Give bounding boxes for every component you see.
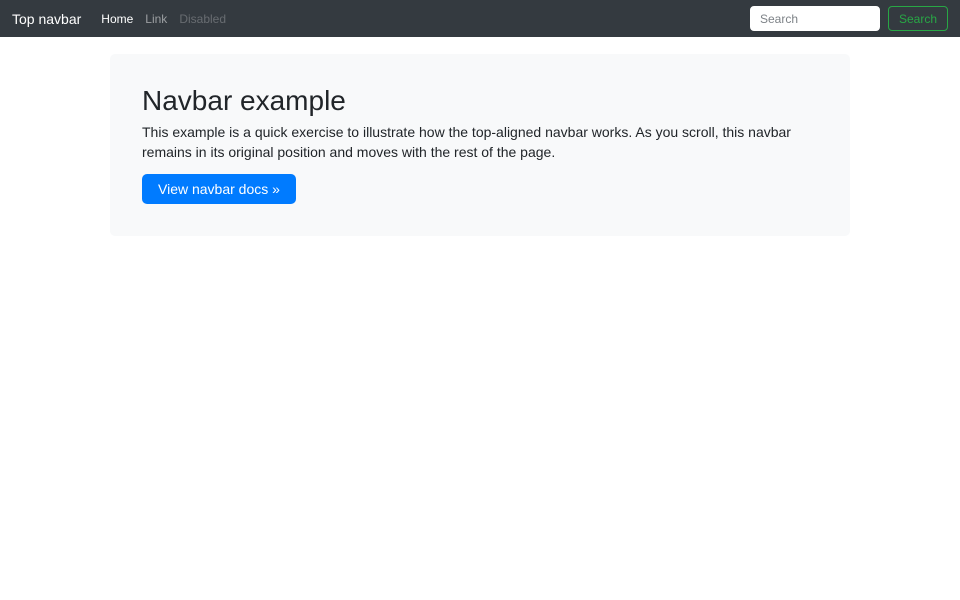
navbar-brand[interactable]: Top navbar — [12, 11, 81, 27]
navbar-nav: Home Link Disabled — [95, 10, 750, 28]
search-input[interactable] — [749, 6, 880, 31]
search-button[interactable]: Search — [887, 6, 948, 31]
top-navbar: Top navbar Home Link Disabled Search — [0, 0, 960, 37]
nav-item-home: Home — [95, 10, 139, 28]
main-container: Navbar example This example is a quick e… — [110, 54, 850, 236]
navbar-search-form: Search — [749, 6, 948, 31]
view-navbar-docs-button[interactable]: View navbar docs » — [142, 173, 296, 204]
jumbotron: Navbar example This example is a quick e… — [110, 54, 850, 236]
nav-link-home[interactable]: Home — [95, 12, 139, 26]
page-title: Navbar example — [142, 85, 346, 116]
jumbotron-description: This example is a quick exercise to illu… — [142, 123, 791, 160]
nav-link-disabled: Disabled — [179, 11, 227, 26]
nav-item-link: Link — [139, 10, 173, 28]
nav-item-disabled: Disabled — [173, 10, 232, 28]
nav-link-link[interactable]: Link — [139, 12, 173, 26]
